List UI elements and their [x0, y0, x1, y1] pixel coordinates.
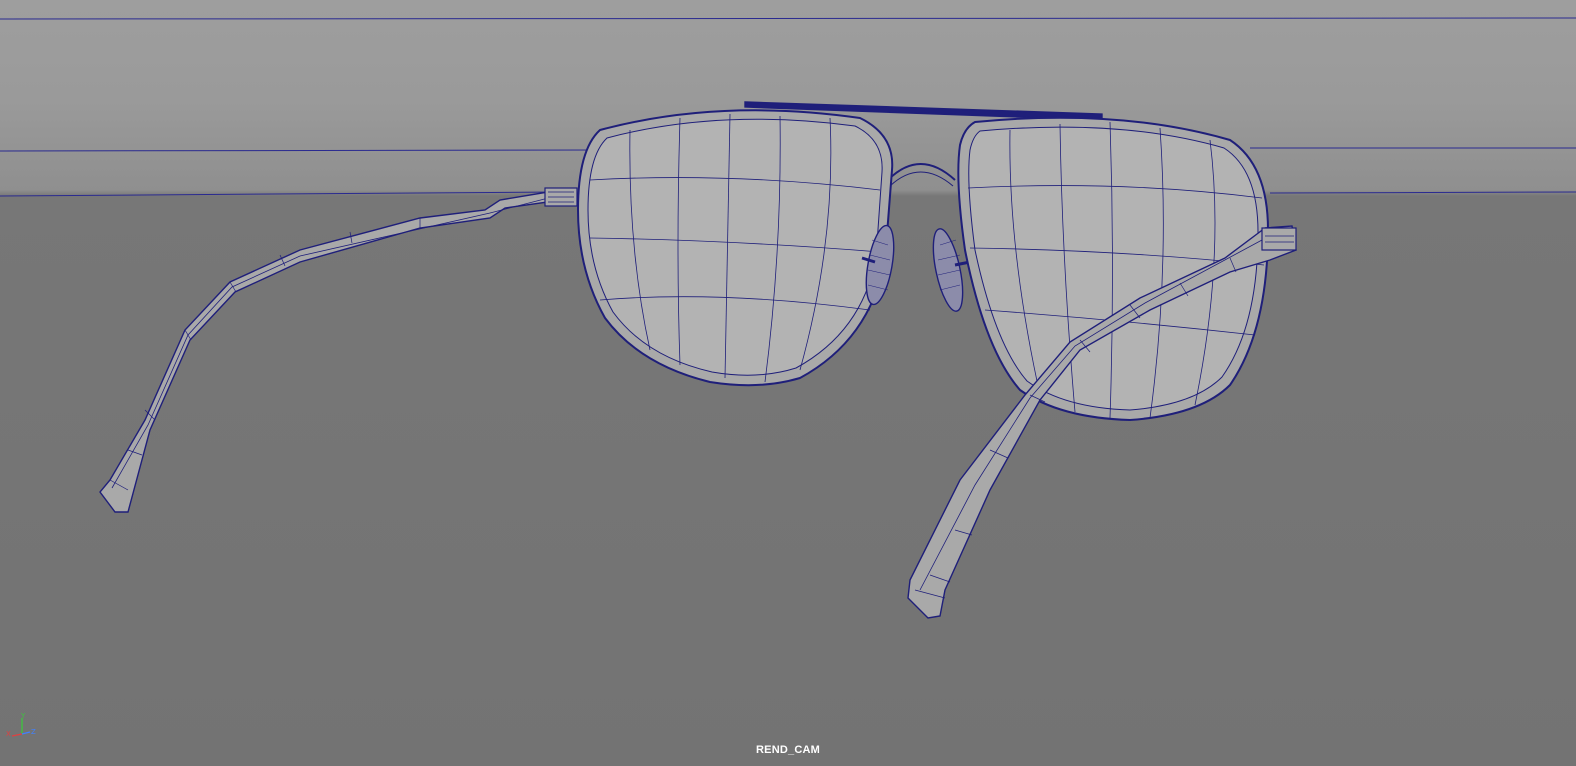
left-temple-arm[interactable] — [99, 187, 578, 513]
axis-x-label: X — [6, 730, 11, 738]
sunglasses-model[interactable] — [99, 101, 1297, 619]
camera-name-label: REND_CAM — [756, 744, 820, 756]
axis-gizmo: Y X Z — [4, 712, 40, 742]
nose-bridge[interactable] — [887, 163, 956, 187]
3d-viewport[interactable]: Y X Z REND_CAM — [0, 0, 1576, 766]
axis-z-label: Z — [31, 728, 36, 736]
nose-pads[interactable] — [861, 224, 971, 314]
viewport-scene[interactable] — [0, 0, 1576, 766]
left-lens[interactable] — [576, 109, 894, 387]
axis-y-label: Y — [20, 712, 26, 720]
axis-orientation-icon: Y X Z — [6, 712, 36, 738]
